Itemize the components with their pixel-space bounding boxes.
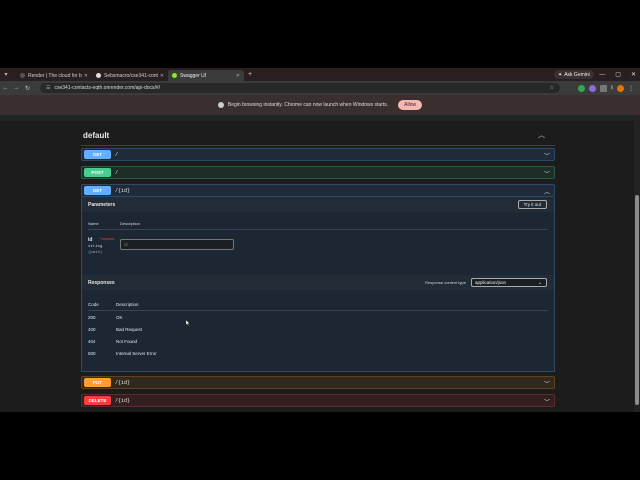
content-type-label: Response content type: [425, 280, 466, 285]
response-code: 200: [88, 315, 96, 320]
response-code: 500: [88, 351, 96, 356]
param-location: (path): [88, 251, 103, 255]
section-divider: [81, 145, 555, 146]
startup-infobar: Begin browsing instantly. Chrome can now…: [0, 95, 640, 115]
response-description: Internal Server Error: [116, 351, 157, 356]
allow-button[interactable]: Allow: [398, 100, 423, 110]
page-scrollbar[interactable]: [634, 115, 640, 412]
chevron-up-icon[interactable]: ︿: [538, 130, 545, 140]
responses-header: Responses Response content type applicat…: [82, 275, 554, 290]
tab-render[interactable]: Render | The cloud for builders ✕: [16, 70, 92, 81]
site-info-icon[interactable]: ☰: [46, 85, 50, 91]
download-icon[interactable]: ⭳: [611, 83, 613, 93]
bookmark-star-icon[interactable]: ☆: [550, 85, 554, 91]
tab-label: Render | The cloud for builders: [28, 72, 82, 79]
extension-purple-icon[interactable]: [588, 84, 596, 92]
close-tab-icon[interactable]: ✕: [84, 73, 88, 79]
responses-divider: [88, 310, 548, 311]
close-window-icon[interactable]: ✕: [631, 71, 636, 78]
reload-icon[interactable]: ↻: [22, 85, 33, 92]
operation-get-id[interactable]: GET /{id} ︿: [81, 184, 555, 197]
chevron-down-icon[interactable]: ﹀: [544, 169, 550, 178]
render-favicon-icon: [20, 73, 25, 78]
col-code-header: Code: [88, 302, 99, 307]
response-code: 400: [88, 327, 96, 332]
new-tab-icon[interactable]: +: [248, 71, 252, 78]
close-tab-icon[interactable]: ✕: [160, 73, 164, 79]
chrome-icon: [217, 102, 224, 108]
response-description: Not Found: [116, 339, 138, 344]
try-it-out-button[interactable]: Try it out: [517, 200, 547, 209]
operation-path: /{id}: [115, 379, 131, 386]
operation-details: Parameters Try it out Name Description i…: [81, 197, 555, 372]
menu-dots-icon[interactable]: ⋮: [628, 85, 634, 92]
chevron-down-icon[interactable]: ﹀: [544, 151, 550, 160]
response-description: OK: [116, 315, 123, 320]
col-resp-desc-header: Description: [116, 302, 139, 307]
mouse-cursor-icon: [186, 320, 190, 326]
parameters-header: Parameters Try it out: [82, 197, 554, 212]
section-title[interactable]: default: [83, 131, 109, 140]
method-badge: POST: [84, 168, 111, 177]
chevron-down-icon: ⌄: [537, 279, 542, 286]
method-badge: GET: [84, 186, 111, 195]
operation-get-root[interactable]: GET / ﹀: [81, 148, 555, 161]
extension-green-icon[interactable]: [577, 84, 585, 92]
gemini-icon: ✦: [558, 71, 563, 78]
close-tab-icon[interactable]: ✕: [236, 73, 240, 79]
tab-strip: ▾ Render | The cloud for builders ✕ Sebs…: [0, 68, 640, 81]
operation-delete-id[interactable]: DELETE /{id} ﹀: [81, 394, 555, 407]
profile-avatar[interactable]: [617, 84, 624, 92]
operation-path: /{id}: [115, 187, 131, 194]
scrollbar-thumb[interactable]: [635, 195, 639, 405]
forward-icon[interactable]: →: [11, 85, 22, 91]
operation-path: /{id}: [115, 397, 131, 404]
chevron-up-icon[interactable]: ︿: [544, 187, 550, 196]
swagger-favicon-icon: [172, 73, 177, 78]
extensions-puzzle-icon[interactable]: [599, 84, 607, 92]
response-description: Bad Request: [116, 327, 143, 332]
tab-github[interactable]: Sebsmacro/cse341-contacts ✕: [92, 70, 168, 81]
ask-gemini-button[interactable]: ✦ Ask Gemini: [554, 70, 594, 79]
content-type-select[interactable]: application/json ⌄: [471, 278, 547, 287]
content-type-value: application/json: [475, 280, 507, 285]
param-name: id: [88, 237, 93, 243]
chevron-down-icon[interactable]: ﹀: [544, 397, 550, 406]
id-param-input[interactable]: id: [120, 239, 234, 250]
back-icon[interactable]: ←: [0, 85, 11, 91]
address-bar[interactable]: ☰ cse341-contacts-eqth.onrender.com/api-…: [40, 83, 560, 93]
maximize-icon[interactable]: ▢: [615, 71, 621, 78]
operation-path: /: [115, 169, 119, 176]
parameters-title: Parameters: [88, 201, 116, 208]
method-badge: GET: [84, 150, 111, 159]
operation-put-id[interactable]: PUT /{id} ﹀: [81, 376, 555, 389]
param-type: string: [88, 245, 103, 249]
github-favicon-icon: [96, 73, 101, 78]
operation-path: /: [115, 151, 119, 158]
response-code: 404: [88, 339, 96, 344]
ask-gemini-label: Ask Gemini: [564, 71, 590, 78]
browser-toolbar: ← → ↻ ☰ cse341-contacts-eqth.onrender.co…: [0, 81, 640, 95]
window-controls: — ▢ ✕: [599, 68, 636, 81]
col-description-header: Description: [120, 221, 141, 226]
top-strip: [0, 115, 634, 121]
param-required: * required: [99, 237, 115, 241]
address-text: cse341-contacts-eqth.onrender.com/api-do…: [54, 85, 161, 91]
tab-swagger[interactable]: Swagger UI ✕: [168, 70, 244, 81]
method-badge: DELETE: [84, 396, 111, 405]
tab-search-icon[interactable]: ▾: [0, 68, 12, 81]
browser-window: ▾ Render | The cloud for builders ✕ Sebs…: [0, 68, 640, 412]
infobar-message: Begin browsing instantly. Chrome can now…: [227, 102, 389, 108]
method-badge: PUT: [84, 378, 111, 387]
responses-title: Responses: [88, 279, 115, 286]
extensions-area: ⭳ ⋮: [577, 83, 634, 93]
params-divider: [88, 229, 548, 230]
col-name-header: Name: [88, 221, 99, 226]
swagger-page: default ︿ GET / ﹀ POST / ﹀ GET /{id} ︿ P…: [0, 115, 634, 412]
chevron-down-icon[interactable]: ﹀: [544, 379, 550, 388]
tab-label: Swagger UI: [180, 72, 207, 79]
tab-label: Sebsmacro/cse341-contacts: [104, 72, 158, 79]
operation-post-root[interactable]: POST / ﹀: [81, 166, 555, 179]
minimize-icon[interactable]: —: [599, 72, 605, 78]
